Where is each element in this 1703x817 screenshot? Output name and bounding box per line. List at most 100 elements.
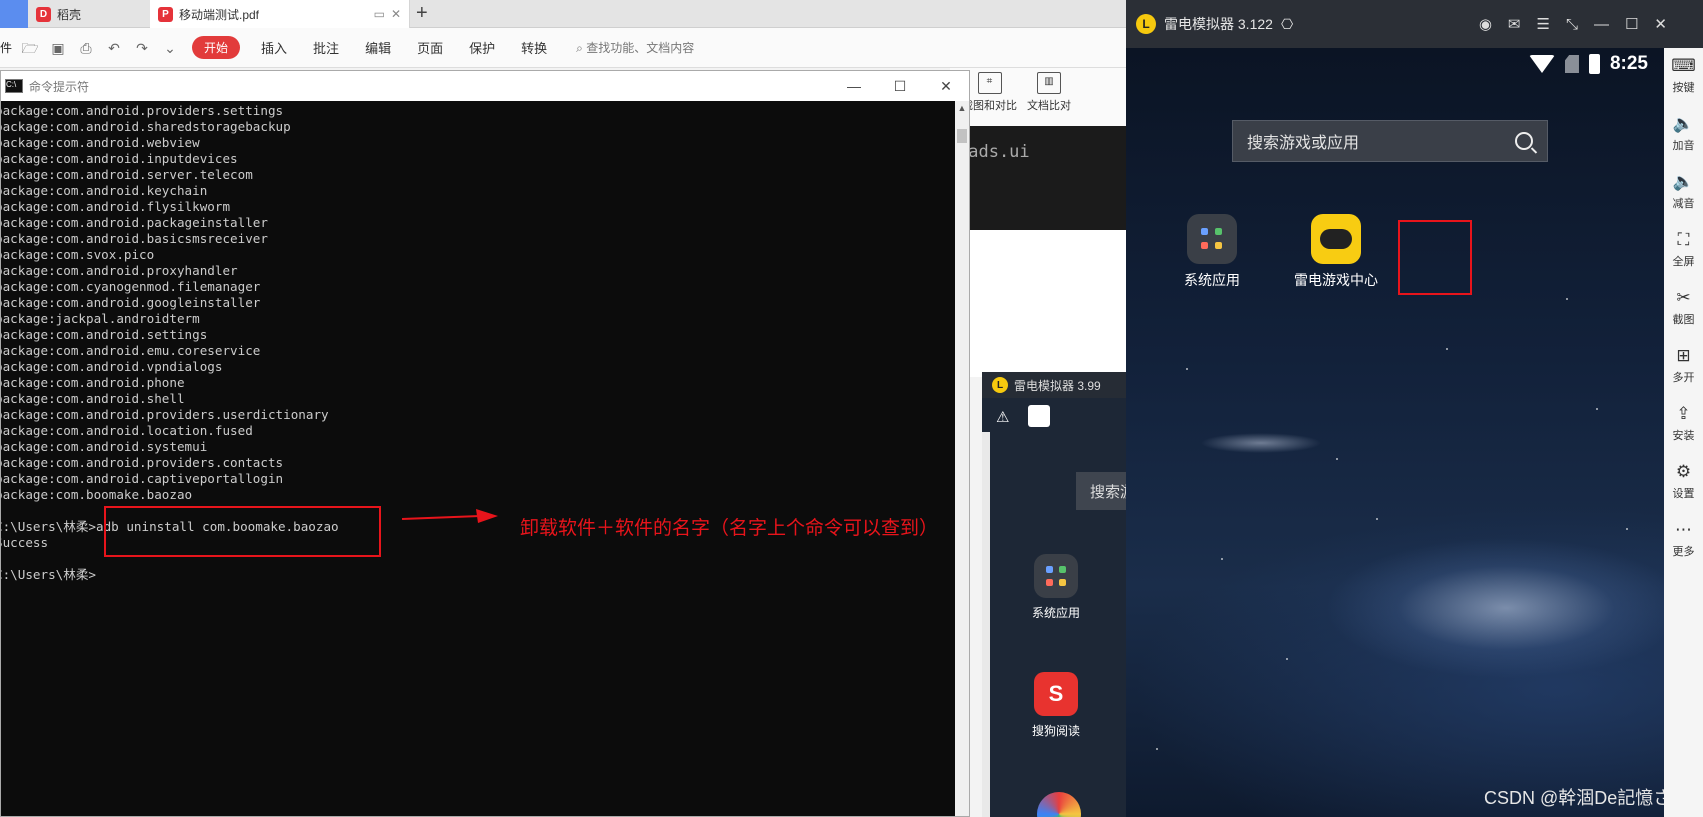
small-app-system[interactable]: 系统应用 [1032,554,1080,621]
cmd-line: package:jackpal.androidterm [1,311,200,326]
side-item-screenshot[interactable]: ✂ 截图 [1664,288,1703,327]
scroll-thumb[interactable] [957,129,967,143]
side-item-label: 多开 [1672,372,1695,384]
side-item-volume-up[interactable]: 🔈 加音 [1664,114,1703,153]
cmd-line: C:\Users\林柔> [1,567,97,582]
maximize-button[interactable]: ☐ [1625,15,1638,33]
notification-square-icon [1028,405,1050,427]
app-search-bar[interactable]: 搜索游戏或应用 [1232,120,1548,162]
menu-annotate[interactable]: 批注 [300,38,352,57]
menu-edit[interactable]: 编辑 [352,38,404,57]
minimize-button[interactable]: — [1594,16,1609,33]
cmd-output[interactable]: package:com.android.providers.settings pa… [1,101,955,816]
cmd-line: package:com.android.keychain [1,183,208,198]
cmd-title-text: 命令提示符 [29,79,90,94]
pin-icon[interactable]: ▭ [374,7,385,21]
app-label: 搜狗阅读 [1032,724,1081,738]
cmd-line: package:com.android.packageinstaller [1,215,268,230]
app-system[interactable]: 系统应用 [1184,214,1240,290]
cmd-line: package:com.android.location.fused [1,423,253,438]
gear-icon: ⚙ [1675,462,1692,481]
side-item-label: 按键 [1672,82,1695,94]
screenshot-compare-icon: ⌗ [977,72,1002,94]
file-menu-label[interactable]: 件 [0,39,12,56]
function-search[interactable]: ⌕ 查找功能、文档内容 [576,39,694,56]
pdf-tool-strip: ⟦ 压缩 ⌗ 截图和对比 ▥ 文档比对 [930,68,1126,126]
side-item-fullscreen[interactable]: ⛶ 全屏 [1664,230,1703,269]
close-button[interactable]: ✕ [1654,15,1667,33]
maximize-button[interactable]: ☐ [877,71,923,101]
battery-icon [1588,54,1600,74]
menu-convert[interactable]: 转换 [508,38,560,57]
tab-label: 移动端测试.pdf [179,7,260,22]
gamepad-icon[interactable]: ⎔ [1281,16,1293,33]
minimize-button[interactable]: — [831,71,877,101]
menu-icon[interactable]: ☰ [1537,15,1550,33]
mail-icon[interactable]: ✉ [1508,15,1521,33]
small-emulator-search[interactable]: 搜索游 [1076,472,1126,510]
android-screen[interactable]: 8:25 搜索游戏或应用 系统应用 雷电游戏中心 CSDN @幹涸De記憶さ [1126,48,1664,817]
colorful-app-icon[interactable] [1037,792,1081,817]
cmd-line: package:com.android.sharedstoragebackup [1,119,291,134]
small-search-text: 搜索游 [1090,483,1126,501]
shrink-icon[interactable]: ⤡ [1566,16,1578,33]
volume-up-icon: 🔈 [1672,114,1695,133]
side-item-keymap[interactable]: ⌨ 按键 [1664,56,1703,95]
tab-daoke[interactable]: D 稻壳 [28,0,150,28]
dropdown-icon[interactable]: ⌄ [161,40,179,56]
cmd-line: package:com.android.server.telecom [1,167,253,182]
screenshot-compare-tool[interactable]: ⌗ 截图和对比 [962,72,1017,113]
menu-insert[interactable]: 插入 [248,38,300,57]
emulator-titlebar[interactable]: L 雷电模拟器 3.122 ⎔ ◉ ✉ ☰ ⤡ — ☐ ✕ [1126,0,1703,48]
small-emulator-title: 雷电模拟器 3.99 [1014,378,1101,393]
menu-page[interactable]: 页面 [404,38,456,57]
daoke-icon: D [36,6,51,22]
save-icon[interactable]: ▣ [49,40,67,56]
small-emulator-titlebar[interactable]: L 雷电模拟器 3.99 [982,372,1126,398]
side-item-label: 安装 [1672,430,1695,442]
menu-protect[interactable]: 保护 [456,38,508,57]
close-button[interactable]: ✕ [923,71,969,101]
cmd-line: package:com.android.googleinstaller [1,295,261,310]
tab-pdf-document[interactable]: P 移动端测试.pdf ▭ ✕ [150,0,410,28]
app-ld-game-center[interactable]: 雷电游戏中心 [1294,214,1378,290]
tab-edge[interactable] [0,0,28,28]
side-item-volume-down[interactable]: 🔈 减音 [1664,172,1703,211]
undo-icon[interactable]: ↶ [105,40,123,56]
system-apps-icon [1034,554,1078,598]
cmd-line: package:com.android.captiveportallogin [1,471,284,486]
ldplayer-logo-icon: L [992,377,1008,393]
new-tab-icon[interactable]: + [416,2,428,25]
command-highlight-box [104,506,381,557]
small-emulator-scrollbar[interactable] [982,432,990,817]
annotation-arrow-icon [402,509,498,523]
cmd-titlebar[interactable]: C:\ 命令提示符 — ☐ ✕ [1,71,969,101]
menu-start[interactable]: 开始 [192,36,241,59]
account-icon[interactable]: ◉ [1479,15,1492,33]
cmd-line: package:com.android.vpndialogs [1,359,223,374]
side-item-install[interactable]: ⇪ 安装 [1664,404,1703,443]
cmd-line: package:com.android.providers.contacts [1,455,284,470]
side-item-more[interactable]: ⋯ 更多 [1664,520,1703,559]
cmd-line: package:com.android.flysilkworm [1,199,231,214]
app-label: 系统应用 [1184,272,1240,288]
side-item-multi[interactable]: ⊞ 多开 [1664,346,1703,385]
print-icon[interactable]: ⎙ [77,40,95,56]
small-app-sogou[interactable]: S 搜狗阅读 [1032,672,1080,739]
scissors-icon: ✂ [1676,288,1691,307]
cmd-window: C:\ 命令提示符 — ☐ ✕ package:com.android.prov… [0,70,970,817]
side-item-settings[interactable]: ⚙ 设置 [1664,462,1703,501]
android-status-bar: 8:25 [1126,48,1664,80]
cmd-line: package:com.android.shell [1,391,185,406]
scroll-up-icon[interactable]: ▲ [956,103,968,115]
function-search-placeholder: 查找功能、文档内容 [586,41,695,55]
close-tab-icon[interactable]: ✕ [391,7,401,21]
app-search-placeholder: 搜索游戏或应用 [1247,135,1360,152]
cmd-scrollbar[interactable]: ▲ [955,101,969,816]
open-folder-icon[interactable]: 🗁 [21,40,39,56]
cmd-line: package:com.android.providers.userdictio… [1,407,329,422]
redo-icon[interactable]: ↷ [133,40,151,56]
emulator-window: L 雷电模拟器 3.122 ⎔ ◉ ✉ ☰ ⤡ — ☐ ✕ 8:25 搜索游戏或… [1126,0,1703,817]
app-label: 雷电游戏中心 [1294,272,1378,288]
doc-compare-tool[interactable]: ▥ 文档比对 [1027,72,1071,113]
